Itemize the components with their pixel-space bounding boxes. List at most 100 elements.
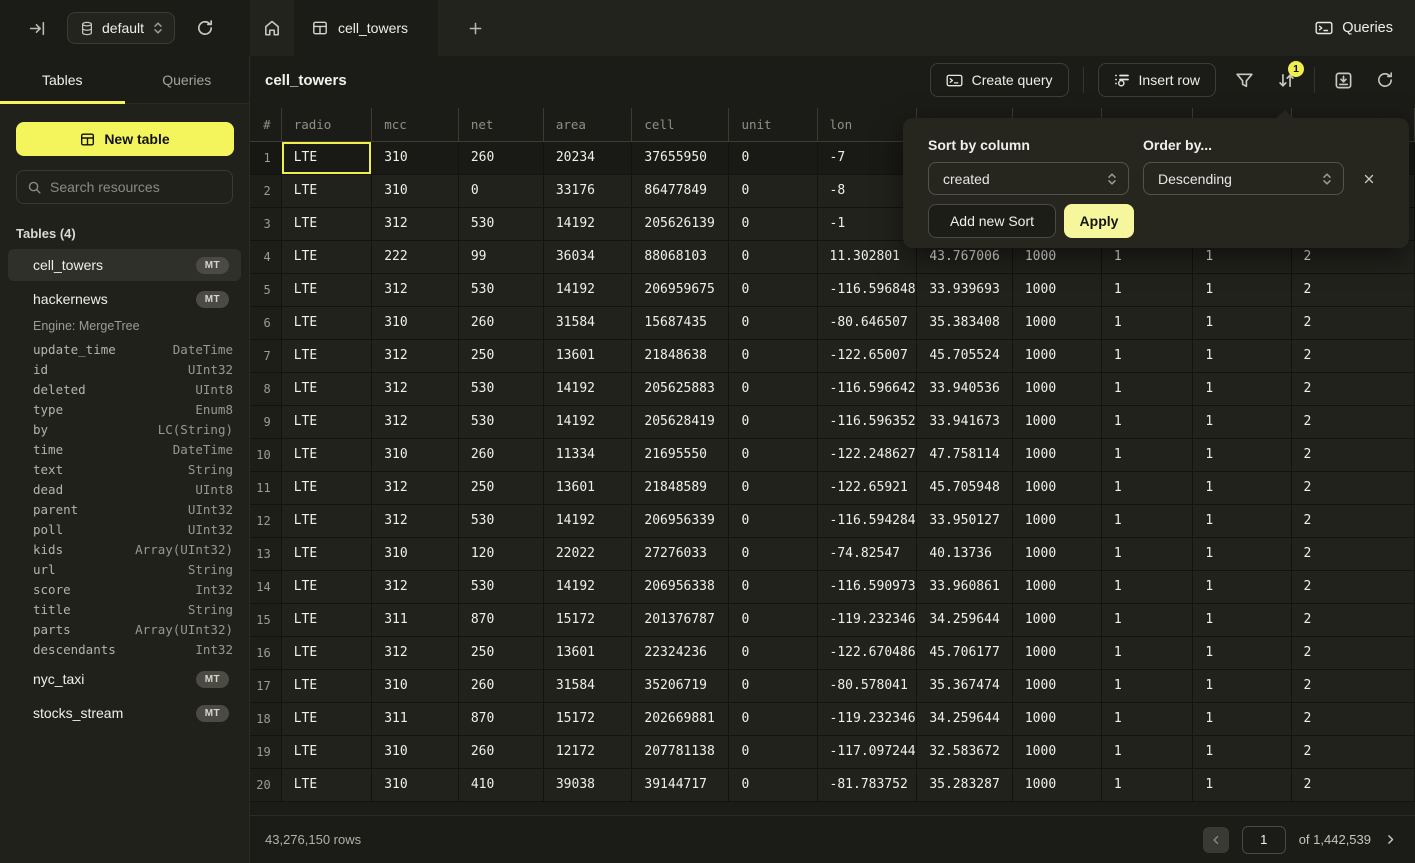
table-cell[interactable]: 11334 [543,438,632,471]
table-cell[interactable]: 1 [1193,669,1291,702]
column-header[interactable]: net [458,108,543,141]
table-cell[interactable]: 260 [458,306,543,339]
table-cell[interactable]: 35.283287 [917,768,1013,801]
table-cell[interactable]: LTE [281,372,372,405]
table-cell[interactable]: 1 [1101,372,1193,405]
table-cell[interactable]: 312 [372,372,459,405]
table-cell[interactable]: 27276033 [632,537,729,570]
table-cell[interactable]: 312 [372,570,459,603]
table-cell[interactable]: 1 [1101,438,1193,471]
table-cell[interactable]: 1 [1101,339,1193,372]
table-cell[interactable]: LTE [281,273,372,306]
table-cell[interactable]: 530 [458,570,543,603]
table-cell[interactable]: 260 [458,438,543,471]
table-cell[interactable]: 206956339 [632,504,729,537]
sidebar-tab-queries[interactable]: Queries [125,56,250,103]
table-cell[interactable]: -122.65921 [817,471,917,504]
table-cell[interactable]: 1 [1101,273,1193,306]
table-cell[interactable]: 1 [1193,636,1291,669]
table-cell[interactable]: 39144717 [632,768,729,801]
table-cell[interactable]: 0 [729,471,817,504]
row-number[interactable]: 6 [250,306,281,339]
table-cell[interactable]: 310 [372,669,459,702]
table-cell[interactable]: 0 [729,405,817,438]
table-cell[interactable]: 0 [729,438,817,471]
table-cell[interactable]: 312 [372,636,459,669]
row-number[interactable]: 20 [250,768,281,801]
table-cell[interactable]: 33176 [543,174,632,207]
table-cell[interactable]: 1 [1193,339,1291,372]
table-cell[interactable]: -8 [817,174,917,207]
table-cell[interactable]: LTE [281,735,372,768]
table-cell[interactable]: 0 [729,207,817,240]
table-cell[interactable]: 310 [372,174,459,207]
add-new-sort-button[interactable]: Add new Sort [928,204,1056,238]
table-cell[interactable]: 410 [458,768,543,801]
table-cell[interactable]: LTE [281,438,372,471]
table-cell[interactable]: 2 [1291,669,1414,702]
table-cell[interactable]: 1000 [1012,372,1101,405]
table-cell[interactable]: 1 [1193,603,1291,636]
table-cell[interactable]: 310 [372,141,459,174]
table-cell[interactable]: 205626139 [632,207,729,240]
table-cell[interactable]: 1000 [1012,339,1101,372]
table-cell[interactable]: 1000 [1012,669,1101,702]
table-cell[interactable]: -117.097244 [817,735,917,768]
column-header[interactable]: mcc [372,108,459,141]
table-cell[interactable]: 530 [458,372,543,405]
table-cell[interactable]: 1 [1101,702,1193,735]
table-cell[interactable]: 35.367474 [917,669,1013,702]
table-cell[interactable]: 1 [1193,504,1291,537]
table-cell[interactable]: 14192 [543,570,632,603]
table-cell[interactable]: -116.594284 [817,504,917,537]
table-cell[interactable]: 310 [372,537,459,570]
table-cell[interactable]: 206959675 [632,273,729,306]
table-cell[interactable]: 1 [1101,603,1193,636]
table-cell[interactable]: -7 [817,141,917,174]
refresh-table-button[interactable] [1371,66,1399,94]
sort-order-select[interactable]: Descending [1143,162,1344,195]
table-cell[interactable]: 1000 [1012,603,1101,636]
table-cell[interactable]: 2 [1291,702,1414,735]
table-cell[interactable]: 40.13736 [917,537,1013,570]
table-cell[interactable]: 260 [458,141,543,174]
row-number[interactable]: 1 [250,141,281,174]
table-cell[interactable]: 2 [1291,372,1414,405]
table-cell[interactable]: 0 [729,603,817,636]
queries-button[interactable]: Queries [1315,20,1393,36]
table-cell[interactable]: 311 [372,603,459,636]
table-cell[interactable]: 2 [1291,735,1414,768]
table-cell[interactable]: 260 [458,669,543,702]
table-cell[interactable]: 33.950127 [917,504,1013,537]
table-cell[interactable]: 1 [1101,570,1193,603]
table-cell[interactable]: -116.596642 [817,372,917,405]
table-cell[interactable]: 1 [1193,537,1291,570]
filter-button[interactable] [1230,66,1258,94]
table-cell[interactable]: -122.670486 [817,636,917,669]
row-number[interactable]: 15 [250,603,281,636]
table-cell[interactable]: LTE [281,570,372,603]
table-cell[interactable]: 312 [372,471,459,504]
table-cell[interactable]: 47.758114 [917,438,1013,471]
table-cell[interactable]: 35.383408 [917,306,1013,339]
table-cell[interactable]: 33.940536 [917,372,1013,405]
table-cell[interactable]: 32.583672 [917,735,1013,768]
table-cell[interactable]: 99 [458,240,543,273]
table-cell[interactable]: 12172 [543,735,632,768]
table-cell[interactable]: 0 [729,636,817,669]
table-cell[interactable]: 11.302801 [817,240,917,273]
table-cell[interactable]: 0 [729,702,817,735]
table-cell[interactable]: 15172 [543,603,632,636]
table-cell[interactable]: 1000 [1012,405,1101,438]
next-page-button[interactable] [1384,833,1397,846]
table-cell[interactable]: LTE [281,174,372,207]
table-cell[interactable]: 13601 [543,471,632,504]
tab-cell-towers[interactable]: cell_towers [294,0,438,56]
table-cell[interactable]: -119.232346 [817,702,917,735]
table-cell[interactable]: 14192 [543,207,632,240]
table-cell[interactable]: 1000 [1012,768,1101,801]
table-cell[interactable]: 2 [1291,273,1414,306]
table-cell[interactable]: 312 [372,207,459,240]
new-table-button[interactable]: New table [16,122,234,156]
table-cell[interactable]: LTE [281,207,372,240]
